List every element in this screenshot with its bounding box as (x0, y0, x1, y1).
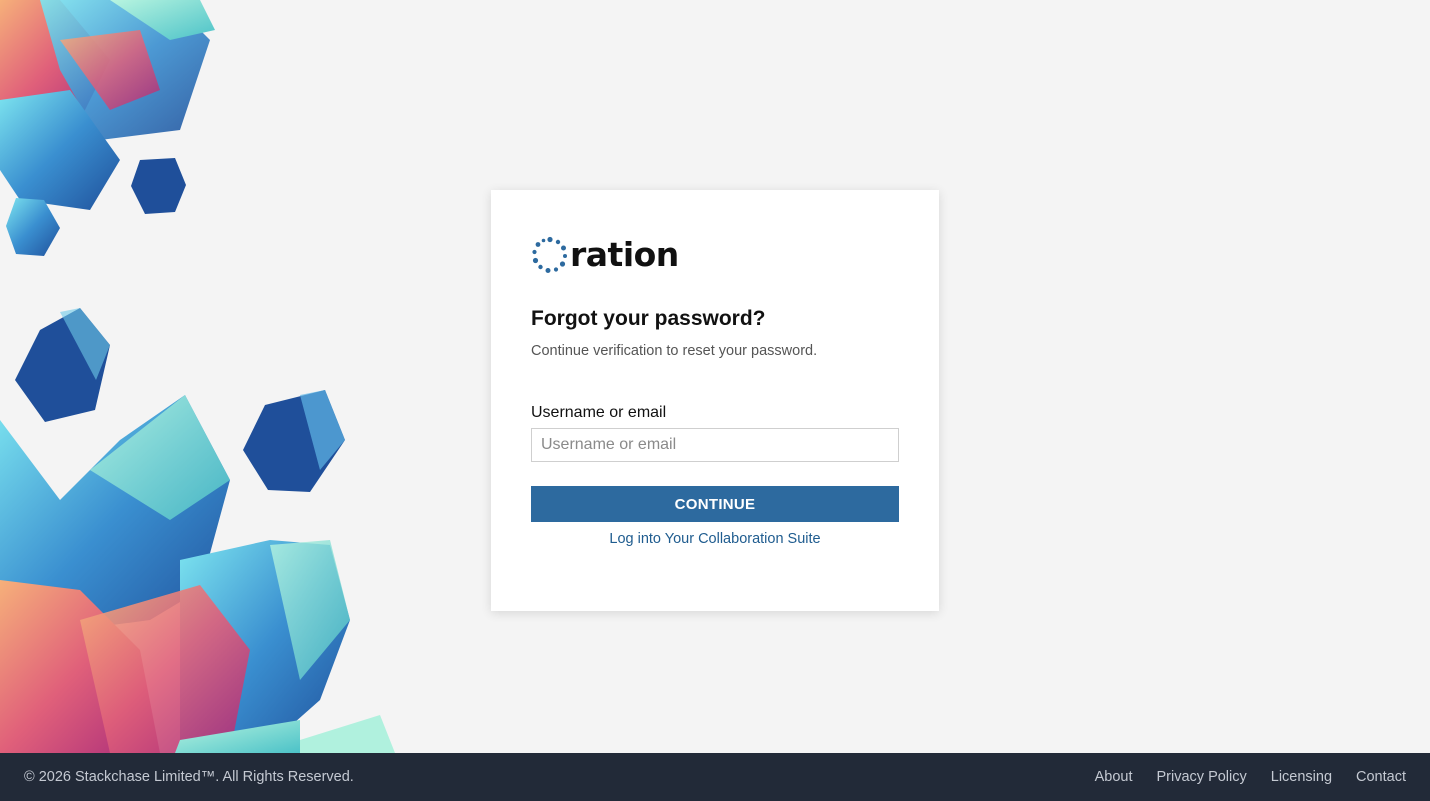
footer-link-privacy-policy[interactable]: Privacy Policy (1157, 769, 1247, 785)
footer-nav: About Privacy Policy Licensing Contact (1095, 769, 1406, 785)
dotted-ring-icon (531, 236, 569, 274)
brand-name: ration (570, 235, 679, 274)
page-title: Forgot your password? (531, 307, 766, 330)
continue-button[interactable]: CONTINUE (531, 486, 899, 522)
footer: © 2026 Stackchase Limited™. All Rights R… (0, 753, 1430, 801)
username-label: Username or email (531, 404, 667, 421)
footer-link-licensing[interactable]: Licensing (1271, 769, 1332, 785)
copyright-text: © 2026 Stackchase Limited™. All Rights R… (24, 769, 354, 785)
login-suite-link[interactable]: Log into Your Collaboration Suite (531, 531, 899, 547)
decorative-crystal-background (0, 0, 400, 753)
footer-link-contact[interactable]: Contact (1356, 769, 1406, 785)
footer-link-about[interactable]: About (1095, 769, 1133, 785)
brand-logo: ration (531, 236, 679, 274)
username-input[interactable] (531, 428, 899, 462)
page-subtitle: Continue verification to reset your pass… (531, 343, 818, 359)
password-reset-card: ration Forgot your password? Continue ve… (491, 190, 939, 611)
